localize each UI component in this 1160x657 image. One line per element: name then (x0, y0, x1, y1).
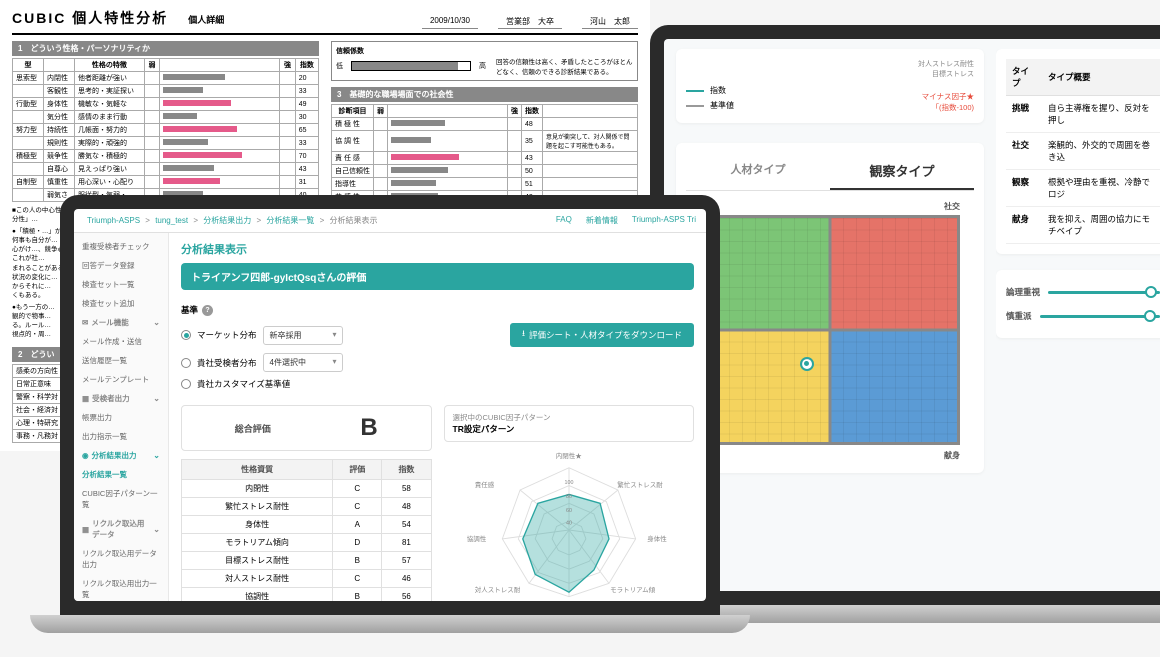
trait-table: 性格資質評価指数 内閉性C58繁忙ストレス耐性C48身体性A54モラトリアム傾向… (181, 459, 432, 601)
evaluation-header: トライアンフ四郎-gyIctQsqさんの評価 (181, 263, 694, 290)
sidebar-item[interactable]: ▦リクルク取込用データ⌄ (74, 514, 168, 544)
sidebar-item[interactable]: 出力指示一覧 (74, 427, 168, 446)
topbar-link[interactable]: Triumph-ASPS Tri (632, 215, 696, 226)
help-icon[interactable]: ? (202, 305, 213, 316)
sidebar-icon: ◉ (82, 451, 89, 460)
topbar-link[interactable]: 新着情報 (586, 215, 618, 226)
slider-cautious[interactable] (1040, 315, 1160, 318)
section3-title: 3 基礎的な職場場面での社会性 (331, 87, 638, 102)
sidebar-item[interactable]: リクルク取込用出力一覧 (74, 574, 168, 601)
sidebar-item[interactable]: 重複受検者チェック (74, 237, 168, 256)
svg-text:40: 40 (566, 521, 572, 527)
sidebar-item[interactable]: 分析結果一覧 (74, 465, 168, 484)
criteria-radio[interactable] (181, 379, 191, 389)
sidebar-item[interactable]: 回答データ登録 (74, 256, 168, 275)
sidebar-item[interactable]: CUBIC因子パターン一覧 (74, 484, 168, 514)
sidebar-item[interactable]: 送信履歴一覧 (74, 351, 168, 370)
report-person: 河山 太郎 (582, 16, 638, 29)
quadrant-chart (700, 215, 960, 445)
tab[interactable]: 人材タイプ (686, 153, 830, 190)
sidebar-item[interactable]: メールテンプレート (74, 370, 168, 389)
table-row: 献身我を抑え、周囲の協力にモチベイプ (1006, 207, 1160, 244)
sidebar-item[interactable]: ✉メール機能⌄ (74, 313, 168, 332)
sidebar-icon: ▦ (82, 525, 89, 534)
download-button[interactable]: ⭳評価シート・人材タイプをダウンロード (510, 323, 694, 347)
breadcrumb-link[interactable]: 分析結果表示 (329, 216, 377, 225)
type-desc-card: タイプタイプ概要 挑戦自ら主導権を握り、反対を押し社交楽観的、外交的で周囲を巻き… (996, 49, 1160, 254)
report-dept: 営業部 大卒 (498, 16, 562, 29)
report-title: CUBIC 個人特性分析 (12, 8, 168, 28)
quadrant-card: 人材タイプ観察タイプ 挑戦 社交 観察 献身 (676, 143, 984, 473)
sidebar-item[interactable]: ◉分析結果出力⌄ (74, 446, 168, 465)
legend-card: 対人ストレス耐性 目標ストレス 指数 基準値 マイナス因子★ 「(指数-100) (676, 49, 984, 123)
radar-chart: 100 80 60 40 内閉性★ 繁忙ストレス耐 身体性 モラトリアム傾 目標… (479, 450, 659, 601)
sidebar-icon: ✉ (82, 318, 88, 327)
table-row: 挑戦自ら主導権を握り、反対を押し (1006, 96, 1160, 133)
sidebar-item[interactable]: リクルク取込用データ出力 (74, 544, 168, 574)
type-tabs: 人材タイプ観察タイプ (686, 153, 974, 191)
report-date: 2009/10/30 (422, 16, 478, 29)
quadrant-challenge (703, 218, 830, 330)
topbar: Triumph-ASPS > tung_test > 分析結果出力 > 分析結果… (74, 209, 706, 233)
sidebar: 重複受検者チェック回答データ登録検査セット一覧検査セット追加✉メール機能⌄メール… (74, 233, 169, 601)
reliability-bar (351, 61, 471, 71)
quadrant-observe (703, 330, 830, 442)
legend-line-base (686, 105, 704, 107)
legend-line-index (686, 90, 704, 92)
personality-table: 型性格の特徴弱強指数 思索型内閉性他者距離が強い20客観性思考的・実証探い33行… (12, 58, 319, 202)
tab[interactable]: 観察タイプ (830, 153, 974, 190)
reliability-box: 信頼係数 低 高 回答の信頼性は高く、矛盾したところがほとんどなく、信頼のできる… (331, 41, 638, 81)
table-row: 社交楽観的、外交的で周囲を巻き込 (1006, 133, 1160, 170)
chevron-down-icon: ⌄ (153, 394, 160, 403)
download-icon: ⭳ (522, 328, 525, 342)
criteria-select[interactable]: 新卒採用 (263, 326, 343, 345)
sidebar-item[interactable]: 検査セット追加 (74, 294, 168, 313)
report-subtitle: 個人詳細 (188, 13, 224, 26)
laptop-right: 対人ストレス耐性 目標ストレス 指数 基準値 マイナス因子★ 「(指数-100) (650, 25, 1160, 625)
svg-text:100: 100 (564, 480, 573, 486)
criteria-radio[interactable] (181, 358, 191, 368)
breadcrumb-link[interactable]: 分析結果一覧 (266, 216, 314, 225)
sidebar-item[interactable]: メール作成・送信 (74, 332, 168, 351)
svg-text:80: 80 (566, 494, 572, 500)
quadrant-social (830, 218, 957, 330)
overall-grade: B (360, 414, 377, 442)
breadcrumb: Triumph-ASPS > tung_test > 分析結果出力 > 分析結果… (84, 215, 380, 226)
quadrant-devote (830, 330, 957, 442)
criteria-radio[interactable] (181, 330, 191, 340)
chevron-down-icon: ⌄ (153, 451, 160, 460)
breadcrumb-link[interactable]: Triumph-ASPS (87, 216, 140, 225)
topbar-link[interactable]: FAQ (556, 215, 572, 226)
table-row: 観察根拠や理由を重視、冷静でロジ (1006, 170, 1160, 207)
slider-card: 論理重視 慎重派 (996, 270, 1160, 338)
slider-logic[interactable] (1048, 291, 1160, 294)
svg-text:60: 60 (566, 508, 572, 514)
laptop-left: Triumph-ASPS > tung_test > 分析結果出力 > 分析結果… (60, 195, 720, 635)
overall-score-box: 総合評価 B (181, 405, 432, 451)
pattern-box: 選択中のCUBIC因子パターン TR設定パターン (444, 405, 695, 442)
breadcrumb-link[interactable]: 分析結果出力 (203, 216, 251, 225)
sidebar-item[interactable]: 検査セット一覧 (74, 275, 168, 294)
type-table: タイプタイプ概要 挑戦自ら主導権を握り、反対を押し社交楽観的、外交的で周囲を巻き… (1006, 59, 1160, 244)
page-title: 分析結果表示 (181, 241, 694, 257)
criteria-select[interactable]: 4件選択中 (263, 353, 343, 372)
chevron-down-icon: ⌄ (153, 525, 160, 534)
breadcrumb-link[interactable]: tung_test (155, 216, 188, 225)
sidebar-item[interactable]: 帳票出力 (74, 408, 168, 427)
chevron-down-icon: ⌄ (153, 318, 160, 327)
sidebar-item[interactable]: ▦受検者出力⌄ (74, 389, 168, 408)
section1-title: 1 どういう性格・パーソナリティか (12, 41, 319, 56)
sidebar-icon: ▦ (82, 394, 89, 403)
quadrant-marker (800, 357, 814, 371)
